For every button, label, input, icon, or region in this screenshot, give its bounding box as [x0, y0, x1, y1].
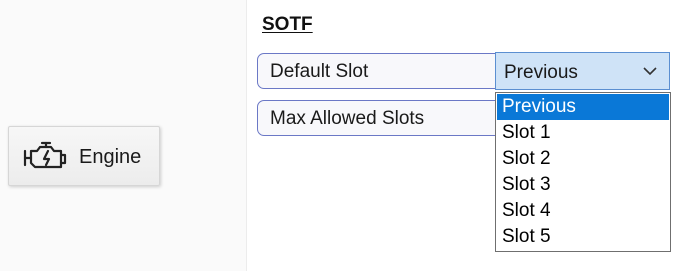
section-title-sotf: SOTF	[262, 14, 313, 35]
max-allowed-slots-label: Max Allowed Slots	[270, 108, 425, 129]
engine-button[interactable]: Engine	[8, 126, 160, 186]
default-slot-dropdown-list: Previous Slot 1 Slot 2 Slot 3 Slot 4 Slo…	[495, 92, 671, 252]
default-slot-label: Default Slot	[270, 61, 369, 82]
dropdown-option-slot-3[interactable]: Slot 3	[497, 172, 669, 198]
panel-divider	[246, 0, 247, 271]
max-allowed-slots-label-box: Max Allowed Slots	[257, 100, 497, 136]
engine-icon	[23, 141, 67, 169]
dropdown-option-slot-2[interactable]: Slot 2	[497, 146, 669, 172]
dropdown-option-slot-1[interactable]: Slot 1	[497, 120, 669, 146]
default-slot-selected-value: Previous	[504, 62, 578, 83]
engine-button-label: Engine	[79, 146, 142, 168]
dropdown-option-previous[interactable]: Previous	[497, 94, 669, 120]
chevron-down-icon[interactable]	[643, 66, 657, 76]
default-slot-label-box: Default Slot	[257, 53, 497, 89]
dropdown-option-slot-4[interactable]: Slot 4	[497, 198, 669, 224]
dropdown-option-slot-5[interactable]: Slot 5	[497, 224, 669, 250]
default-slot-combobox[interactable]: Previous	[495, 52, 670, 90]
